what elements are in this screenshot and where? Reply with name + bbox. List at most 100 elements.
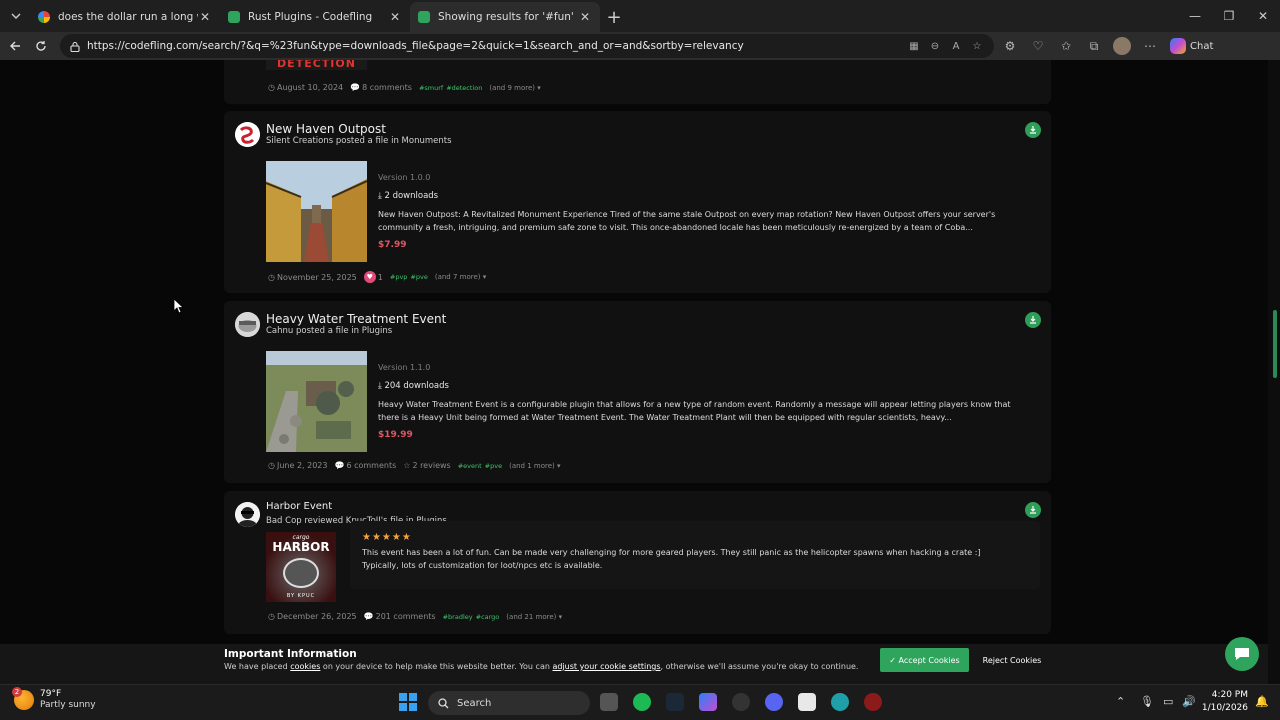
browser-tab-bar: does the dollar run a long way in J ✕ Ru… <box>0 0 1280 32</box>
edge-icon[interactable] <box>831 693 849 711</box>
file-thumbnail[interactable]: cargo HARBOR BY KPUC <box>266 532 336 602</box>
copilot-chat-button[interactable]: Chat <box>1170 38 1213 54</box>
notification-icon[interactable]: 🔔 <box>1255 695 1269 708</box>
clock-icon: ◷ <box>268 83 275 92</box>
tag-link[interactable]: #cargo <box>476 613 500 621</box>
restore-icon[interactable]: ❐ <box>1212 0 1246 32</box>
page-content: DETECTION ◷ August 10, 2024 💬 8 comments #… <box>0 60 1268 684</box>
app-available-icon[interactable]: ▦ <box>905 37 923 55</box>
steam-icon[interactable] <box>666 693 684 711</box>
result-byline[interactable]: Cahnu posted a file in Plugins <box>266 326 392 336</box>
browser-nav-bar: https://codefling.com/search/?&q=%23fun&… <box>0 32 1280 60</box>
tab-rust-plugins[interactable]: Rust Plugins - Codefling ✕ <box>220 2 410 32</box>
post-date: December 26, 2025 <box>276 612 357 621</box>
chat-bubble-icon[interactable] <box>1225 637 1259 671</box>
result-title[interactable]: New Haven Outpost <box>266 122 386 136</box>
search-icon <box>438 697 449 708</box>
microphone-icon[interactable]: 🎙 <box>1140 695 1154 708</box>
result-meta: ◷ August 10, 2024 💬 8 comments #smurf #det… <box>268 83 541 92</box>
volume-icon[interactable]: 🔊 <box>1182 695 1196 708</box>
author-avatar[interactable] <box>235 122 260 147</box>
thumbnail-text: DETECTION <box>277 60 356 70</box>
close-icon[interactable]: ✕ <box>578 10 592 24</box>
browser-essentials-icon[interactable]: ♡ <box>1026 34 1050 58</box>
more-tags-toggle[interactable]: (and 7 more) ▾ <box>435 273 486 281</box>
close-window-icon[interactable]: ✕ <box>1246 0 1280 32</box>
clock[interactable]: 4:20 PM 1/10/2026 <box>1196 689 1248 715</box>
heart-icon[interactable]: ♥ <box>363 271 376 283</box>
accept-cookies-button[interactable]: ✓ Accept Cookies <box>880 648 969 672</box>
more-tags-toggle[interactable]: (and 21 more) ▾ <box>506 613 562 621</box>
discord-icon[interactable] <box>765 693 783 711</box>
back-arrow-icon[interactable] <box>2 33 28 59</box>
more-tags-toggle[interactable]: (and 9 more) ▾ <box>489 84 540 92</box>
cookie-banner: Important Information We have placed coo… <box>0 644 1268 684</box>
codefling-icon <box>418 11 430 23</box>
comment-count[interactable]: 201 comments <box>376 612 436 621</box>
download-icon[interactable] <box>1025 122 1041 138</box>
extensions-icon[interactable]: ⚙ <box>998 34 1022 58</box>
close-icon[interactable]: ✕ <box>198 10 212 24</box>
refresh-icon[interactable] <box>28 33 54 59</box>
more-tags-toggle[interactable]: (and 1 more) ▾ <box>509 462 560 470</box>
tag-link[interactable]: #pve <box>485 462 502 470</box>
cookies-link[interactable]: cookies <box>290 662 320 671</box>
tab-google-search[interactable]: does the dollar run a long way in J ✕ <box>30 2 220 32</box>
comment-count[interactable]: 6 comments <box>346 461 396 470</box>
price-label: $7.99 <box>378 240 407 250</box>
download-icon[interactable] <box>1025 312 1041 328</box>
collections-icon[interactable]: ⧉ <box>1082 34 1106 58</box>
app-icon[interactable] <box>864 693 882 711</box>
file-thumbnail[interactable] <box>266 161 367 262</box>
task-view-icon[interactable] <box>600 693 618 711</box>
spotify-icon[interactable] <box>633 693 651 711</box>
favorite-star-icon[interactable]: ☆ <box>968 37 986 55</box>
author-avatar[interactable] <box>235 502 260 527</box>
network-icon[interactable]: ▭ <box>1163 695 1173 708</box>
tray-chevron-icon[interactable]: ⌃ <box>1116 695 1125 708</box>
new-tab-button[interactable]: + <box>600 2 628 32</box>
reject-cookies-button[interactable]: Reject Cookies <box>975 648 1049 672</box>
tag-link[interactable]: #detection <box>446 84 482 92</box>
tag-link[interactable]: #smurf <box>419 84 443 92</box>
page-scrollbar[interactable] <box>1268 60 1280 684</box>
file-thumbnail[interactable]: DETECTION <box>266 60 367 70</box>
cookie-settings-link[interactable]: adjust your cookie settings <box>552 662 660 671</box>
address-bar[interactable]: https://codefling.com/search/?&q=%23fun&… <box>60 34 994 58</box>
copilot-app-icon[interactable] <box>699 693 717 711</box>
windows-start-icon[interactable] <box>399 693 417 711</box>
taskbar-search[interactable]: Search <box>428 691 590 715</box>
result-card: Heavy Water Treatment Event Cahnu posted… <box>224 301 1051 483</box>
app-icon[interactable] <box>732 693 750 711</box>
more-menu-icon[interactable]: ⋯ <box>1138 34 1162 58</box>
result-description: New Haven Outpost: A Revitalized Monumen… <box>378 210 996 232</box>
result-title[interactable]: Heavy Water Treatment Event <box>266 312 446 326</box>
result-title[interactable]: Harbor Event <box>266 501 332 512</box>
tag-link[interactable]: #event <box>458 462 482 470</box>
lock-icon[interactable] <box>70 41 80 52</box>
download-icon[interactable] <box>1025 502 1041 518</box>
author-avatar[interactable] <box>235 312 260 337</box>
review-count[interactable]: 2 reviews <box>412 461 450 470</box>
read-aloud-icon[interactable]: A <box>947 37 965 55</box>
file-thumbnail[interactable] <box>266 351 367 452</box>
profile-avatar[interactable] <box>1110 34 1134 58</box>
zoom-icon[interactable]: ⊖ <box>926 37 944 55</box>
tag-link[interactable]: #bradley <box>443 613 473 621</box>
minimize-icon[interactable]: — <box>1178 0 1212 32</box>
codefling-icon <box>228 11 240 23</box>
comment-count[interactable]: 8 comments <box>362 83 412 92</box>
result-byline[interactable]: Silent Creations posted a file in Monume… <box>266 136 452 146</box>
favorites-icon[interactable]: ✩ <box>1054 34 1078 58</box>
like-count: 1 <box>377 272 383 282</box>
weather-widget[interactable]: 2 79°F Partly sunny <box>12 687 96 711</box>
tag-link[interactable]: #pvp <box>390 273 408 281</box>
result-meta: ◷ November 25, 2025 ♥ 1 #pvp #pve (and 7 m… <box>268 271 486 283</box>
scrollbar-thumb[interactable] <box>1273 310 1277 378</box>
download-count: ⤓ 204 downloads <box>378 381 449 391</box>
close-icon[interactable]: ✕ <box>388 10 402 24</box>
tag-link[interactable]: #pve <box>410 273 427 281</box>
tab-search-results[interactable]: Showing results for '#fun' in files. ✕ <box>410 2 600 32</box>
store-icon[interactable] <box>798 693 816 711</box>
tab-actions-chevron-icon[interactable] <box>2 2 30 30</box>
